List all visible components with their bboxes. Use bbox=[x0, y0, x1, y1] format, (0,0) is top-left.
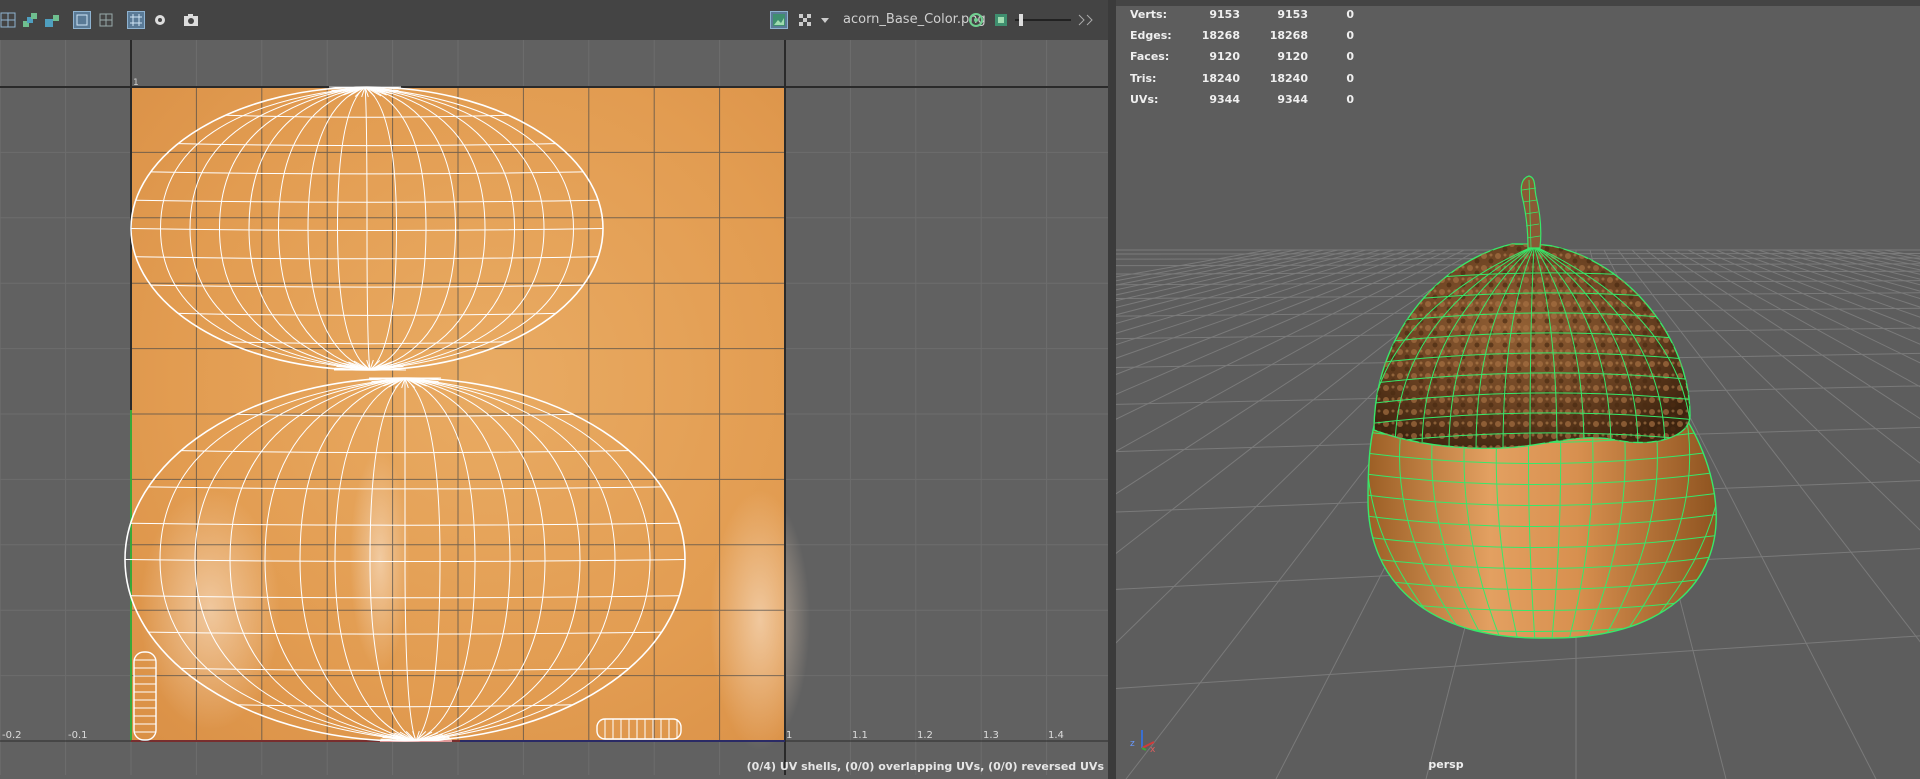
shaded-uv-icon[interactable] bbox=[73, 11, 91, 29]
axis-tick-label: 1.1 bbox=[852, 730, 868, 741]
axis-tick-label: 1.3 bbox=[983, 730, 999, 741]
acorn-stem[interactable] bbox=[1520, 175, 1542, 249]
hud-value: 0 bbox=[1346, 8, 1354, 21]
poly-count-hud: Verts: 9153 9153 0 Edges: 18268 18268 0 … bbox=[1130, 6, 1410, 112]
texture-highlight bbox=[350, 450, 410, 670]
hud-value: 9344 bbox=[1209, 92, 1240, 106]
display-image-icon[interactable] bbox=[770, 11, 788, 29]
hud-value: 9120 bbox=[1277, 50, 1308, 64]
ground-grid-line bbox=[1116, 249, 1367, 316]
exposure-icon[interactable] bbox=[993, 12, 1009, 28]
hud-row-uvs: UVs: 9344 9344 0 bbox=[1130, 91, 1410, 112]
axis-tick-label: -0.2 bbox=[2, 730, 22, 741]
axis-z-label: z bbox=[1130, 739, 1135, 749]
hud-label: Edges: bbox=[1130, 29, 1172, 43]
ground-grid-line bbox=[1116, 249, 1269, 278]
hud-label: UVs: bbox=[1130, 92, 1159, 106]
ground-grid-line bbox=[1116, 249, 1409, 346]
uv-grid-icon[interactable] bbox=[0, 12, 16, 28]
hud-row-tris: Tris: 18240 18240 0 bbox=[1130, 70, 1410, 91]
hud-value: 18268 bbox=[1201, 29, 1240, 43]
axis-tick-label: -0.1 bbox=[68, 730, 88, 741]
panel-divider[interactable] bbox=[1108, 0, 1116, 779]
ground-grid-line bbox=[1116, 249, 1325, 296]
ground-grid-line bbox=[1855, 249, 1920, 263]
uv-editor-panel[interactable]: acorn_Base_Color.png -0.2 -0.1 1 1.1 1.2… bbox=[0, 0, 1108, 779]
uv-canvas[interactable]: -0.2 -0.1 1 1.1 1.2 1.3 1.4 1 bbox=[0, 40, 1108, 775]
ground-grid-line bbox=[1116, 249, 1297, 286]
hud-value: 0 bbox=[1346, 29, 1354, 43]
acorn-cap[interactable] bbox=[1366, 243, 1696, 450]
axis-x-label: x bbox=[1150, 745, 1156, 755]
viewport-canvas[interactable]: z x bbox=[1116, 0, 1920, 779]
uv-status-bar: (0/4) UV shells, (0/0) overlapping UVs, … bbox=[0, 743, 1108, 779]
ground-grid-line bbox=[1883, 249, 1920, 257]
more-options-icon[interactable] bbox=[1076, 12, 1096, 28]
axis-tick-label: 1 bbox=[786, 730, 792, 741]
texture-highlight bbox=[710, 490, 810, 750]
axis-top-label: 1 bbox=[133, 78, 139, 88]
exposure-slider[interactable] bbox=[1015, 12, 1071, 28]
texture-name[interactable]: acorn_Base_Color.png bbox=[843, 12, 986, 27]
hud-value: 9120 bbox=[1209, 50, 1240, 64]
refresh-icon[interactable] bbox=[968, 12, 984, 28]
ground-grid-line bbox=[1116, 635, 1920, 689]
pixel-snap-icon[interactable] bbox=[152, 12, 168, 28]
hud-value: 18240 bbox=[1201, 71, 1240, 85]
hud-row-faces: Faces: 9120 9120 0 bbox=[1130, 48, 1410, 69]
hud-value: 0 bbox=[1346, 71, 1354, 85]
ground-grid-line bbox=[1116, 249, 1395, 334]
hud-row-verts: Verts: 9153 9153 0 bbox=[1130, 6, 1410, 27]
hud-value: 18268 bbox=[1269, 29, 1308, 43]
axis-gizmo: z x bbox=[1130, 730, 1156, 755]
texture-borders-icon[interactable] bbox=[98, 12, 114, 28]
ground-grid-line bbox=[1116, 249, 1339, 302]
hud-value: 18240 bbox=[1269, 71, 1308, 85]
ground-grid-line bbox=[1116, 249, 1311, 291]
hud-value: 0 bbox=[1346, 92, 1354, 106]
hud-value: 9344 bbox=[1277, 92, 1308, 106]
ground-grid-line bbox=[1869, 249, 1920, 260]
hud-label: Tris: bbox=[1130, 71, 1157, 85]
dropdown-arrow-icon[interactable] bbox=[820, 12, 830, 28]
layout-shells-icon[interactable] bbox=[44, 12, 60, 28]
uv-status-text: (0/4) UV shells, (0/0) overlapping UVs, … bbox=[746, 760, 1104, 773]
stack-shells-icon[interactable] bbox=[22, 12, 38, 28]
hud-label: Faces: bbox=[1130, 50, 1170, 64]
hud-row-edges: Edges: 18268 18268 0 bbox=[1130, 27, 1410, 48]
hud-value: 9153 bbox=[1209, 8, 1240, 21]
snapshot-icon[interactable] bbox=[183, 12, 199, 28]
uv-toolbar: acorn_Base_Color.png bbox=[0, 0, 1108, 40]
hud-label: Verts: bbox=[1130, 8, 1168, 21]
axis-tick-label: 1.4 bbox=[1048, 730, 1064, 741]
axis-tick-label: 1.2 bbox=[917, 730, 933, 741]
grid-toggle-icon[interactable] bbox=[127, 11, 145, 29]
hud-value: 0 bbox=[1346, 50, 1354, 64]
checker-icon[interactable] bbox=[797, 12, 813, 28]
camera-name-label: persp bbox=[1428, 758, 1464, 771]
hud-value: 9153 bbox=[1277, 8, 1308, 21]
viewport-panel[interactable]: z x Verts: 9153 9153 0 Edges: 18268 1826… bbox=[1116, 0, 1920, 779]
